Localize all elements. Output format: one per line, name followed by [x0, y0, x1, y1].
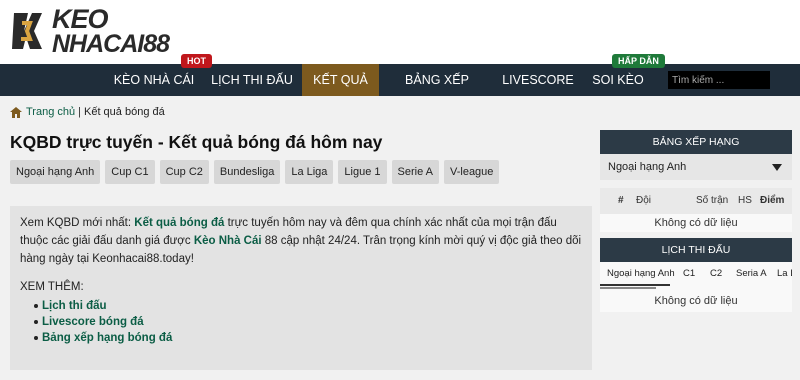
home-icon — [10, 106, 22, 118]
league-select[interactable]: Ngoại hạng Anh — [600, 154, 792, 180]
tab-ngoai-hang-anh[interactable]: Ngoại hạng Anh — [10, 160, 101, 184]
nav-item-soi-keo[interactable]: SOI KÈO — [588, 64, 648, 96]
schedule-empty: Không có dữ liệu — [600, 290, 792, 312]
tab-cup-c2[interactable]: Cup C2 — [159, 160, 209, 184]
tab-cup-c1[interactable]: Cup C1 — [105, 160, 155, 184]
sched-tab-ngoai-hang-anh[interactable]: Ngoại hạng Anh — [607, 268, 675, 279]
col-rank: # — [618, 195, 624, 206]
nav-item-livescore[interactable]: LIVESCORE — [500, 64, 576, 96]
intro-box: Xem KQBD mới nhất: Kết quả bóng đá trực … — [10, 206, 592, 370]
tab-la-liga[interactable]: La Liga — [285, 160, 334, 184]
breadcrumb-current: Kết quả bóng đá — [83, 106, 165, 118]
schedule-title: LỊCH THI ĐẤU — [600, 238, 792, 262]
tab-ligue-1[interactable]: Ligue 1 — [338, 160, 387, 184]
site-logo[interactable]: KEO NHACAI88 — [8, 3, 170, 58]
hap-dan-badge: HẤP DẪN — [612, 54, 665, 68]
nav-item-ket-qua[interactable]: KẾT QUẢ — [302, 64, 379, 96]
tab-serie-a[interactable]: Serie A — [391, 160, 439, 184]
league-select-value: Ngoại hạng Anh — [608, 161, 687, 173]
sched-tab-seria-a[interactable]: Seria A — [736, 268, 767, 279]
nav-item-bang-xep-hang[interactable]: BẢNG XẾP HẠNG — [387, 64, 487, 119]
schedule-scrollbar[interactable] — [600, 286, 792, 290]
link-livescore[interactable]: Livescore bóng đá — [34, 314, 582, 330]
see-more-list: Lịch thi đấu Livescore bóng đá Bảng xếp … — [34, 298, 582, 346]
sched-tab-c2[interactable]: C2 — [710, 268, 722, 279]
logo-line2-text: NHACAI — [52, 29, 144, 58]
logo-mark-icon — [12, 13, 42, 49]
col-matches: Số trận — [696, 195, 729, 206]
sched-tab-c1[interactable]: C1 — [683, 268, 695, 279]
logo-line2: NHACAI88 — [52, 29, 170, 58]
col-team: Đội — [636, 195, 652, 206]
standings-empty: Không có dữ liệu — [654, 217, 738, 229]
logo-line1: KEO — [52, 3, 109, 34]
logo-number: 88 — [143, 29, 170, 58]
page-title: KQBD trực tuyến - Kết quả bóng đá hôm na… — [10, 132, 383, 152]
tab-v-league[interactable]: V-league — [443, 160, 500, 184]
tab-bundesliga[interactable]: Bundesliga — [213, 160, 281, 184]
link-keo-nha-cai[interactable]: Kèo Nhà Cái — [194, 235, 262, 247]
col-goal-diff: HS — [738, 195, 752, 206]
caret-down-icon — [772, 164, 782, 171]
breadcrumb-home-link[interactable]: Trang chủ — [26, 106, 75, 118]
sched-tab-la-liga[interactable]: La L — [777, 268, 792, 279]
schedule-scroll-thumb[interactable] — [600, 287, 656, 289]
intro-text-a: Xem KQBD mới nhất: — [20, 217, 135, 229]
breadcrumb-separator: | — [78, 106, 81, 118]
site-header: KEO NHACAI88 — [0, 0, 800, 64]
nav-item-keo-nha-cai[interactable]: KÈO NHÀ CÁI — [108, 64, 200, 96]
schedule-tabs: Ngoại hạng Anh C1 C2 Seria A La L — [600, 262, 792, 286]
standings-table: # Đội Số trận HS Điểm Không có dữ liệu — [600, 188, 792, 232]
standings-title: BẢNG XẾP HẠNG — [600, 130, 792, 154]
league-tabs: Ngoại hạng Anh Cup C1 Cup C2 Bundesliga … — [10, 160, 504, 184]
see-more-label: XEM THÊM: — [20, 281, 84, 293]
col-points: Điểm — [760, 195, 785, 206]
sidebar: BẢNG XẾP HẠNG Ngoại hạng Anh # Đội Số tr… — [600, 130, 792, 312]
standings-header: # Đội Số trận HS Điểm — [600, 188, 792, 214]
link-bang-xep-hang[interactable]: Bảng xếp hạng bóng đá — [34, 330, 582, 346]
intro-paragraph: Xem KQBD mới nhất: Kết quả bóng đá trực … — [20, 214, 582, 268]
page-body: Trang chủ | Kết quả bóng đá KQBD trực tu… — [0, 96, 800, 380]
nav-item-lich-thi-dau[interactable]: LỊCH THI ĐẤU — [206, 64, 298, 96]
link-lich-thi-dau[interactable]: Lịch thi đấu — [34, 298, 582, 314]
link-ket-qua-bong-da[interactable]: Kết quả bóng đá — [134, 217, 224, 229]
breadcrumb: Trang chủ | Kết quả bóng đá — [10, 106, 165, 118]
main-nav: KÈO NHÀ CÁI HOT LỊCH THI ĐẤU KẾT QUẢ BẢN… — [0, 54, 800, 119]
search-input[interactable] — [668, 71, 770, 89]
